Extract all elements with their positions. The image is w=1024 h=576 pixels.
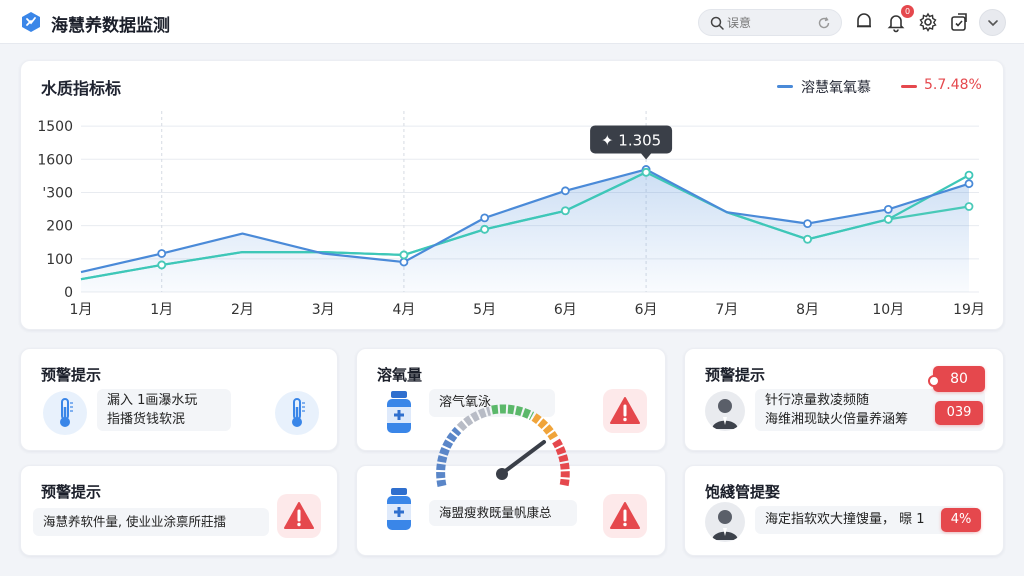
- data-point[interactable]: [399, 257, 409, 267]
- warning-icon: [610, 397, 640, 424]
- thermometer-chip: [43, 391, 87, 435]
- card-title: 预警提示: [41, 483, 102, 501]
- avatar: [705, 502, 745, 542]
- notification-badge: 0: [901, 5, 914, 18]
- alert-value-tag-2: 039: [935, 401, 983, 425]
- x-tick-label: 1月: [150, 302, 173, 318]
- refresh-icon[interactable]: [817, 16, 831, 30]
- settings-icon[interactable]: [917, 11, 939, 33]
- card-title: 溶氧量: [377, 366, 423, 384]
- app-logo-icon: [22, 12, 40, 32]
- x-tick-label: 6月: [554, 302, 577, 318]
- top-bar: 海慧养数据监测 0: [0, 0, 1024, 44]
- person-icon: [712, 399, 738, 429]
- medicine-bottle-icon: [387, 488, 411, 530]
- warning-chip: [603, 494, 647, 538]
- x-tick-label: 10月: [872, 302, 904, 318]
- search-box[interactable]: [698, 9, 842, 36]
- x-tick-label: 1月: [70, 302, 93, 318]
- water-quality-chart-card: 水质指标标 溶慧氧氧慕 5.7.48% 0 100 200'300 1600 1500 1…: [20, 60, 1004, 330]
- x-tick-label: 6月: [635, 302, 658, 318]
- alert-message: 海慧养软件量, 使业业涂禀所莊擂: [33, 508, 269, 536]
- alert-card-temperature[interactable]: 预警提示 漏入 1画瀑水玩 指播货钱软泯: [20, 348, 338, 451]
- data-point[interactable]: [641, 167, 651, 177]
- warning-icon: [284, 502, 314, 529]
- thermometer-chip-2: [275, 391, 319, 435]
- warning-chip: [277, 494, 321, 538]
- data-point[interactable]: [883, 214, 893, 224]
- thermometer-icon: [60, 398, 73, 427]
- card-title: 预警提示: [41, 366, 102, 384]
- medicine-bottle-icon: [387, 391, 411, 433]
- data-point[interactable]: [964, 179, 974, 189]
- oxygen-status-message: 海盟瘦救既量帆康总: [429, 500, 577, 526]
- app-title: 海慧养数据监测: [51, 16, 170, 36]
- alert-message-line1: 漏入 1画瀑水玩: [107, 393, 198, 408]
- warning-icon: [610, 502, 640, 529]
- y-tick-label: 0: [64, 285, 73, 301]
- data-point[interactable]: [803, 234, 812, 244]
- alert-card-pipeline[interactable]: 饱綫管提娶 海定指软欢大撞馊量， 暻 1 4%: [684, 465, 1004, 556]
- card-title: 饱綫管提娶: [705, 483, 781, 501]
- user-menu-button[interactable]: [979, 9, 1006, 36]
- x-tick-label: 8月: [796, 302, 819, 318]
- x-tick-label: 4月: [392, 302, 415, 318]
- x-tick-label: 5月: [473, 302, 496, 318]
- message-icon[interactable]: [853, 11, 875, 33]
- alert-value-tag: 80: [928, 366, 985, 392]
- x-tick-label: 3月: [312, 302, 335, 318]
- data-point[interactable]: [560, 186, 570, 196]
- tooltip-text: ✦ 1.305: [601, 131, 661, 149]
- data-point[interactable]: [157, 260, 167, 270]
- thermometer-icon: [292, 398, 305, 427]
- card-title: 预警提示: [705, 366, 766, 384]
- alert-message: 漏入 1画瀑水玩 指播货钱软泯: [97, 389, 231, 431]
- data-point[interactable]: [157, 249, 167, 258]
- x-tick-label: 7月: [715, 302, 738, 318]
- data-point[interactable]: [399, 250, 409, 260]
- line-chart[interactable]: 0 100 200 '300 1600 1500 1月 1月 2月 3月 4月 5月 6月 6月 7月 8月 1…: [21, 61, 1005, 331]
- data-point[interactable]: [883, 204, 893, 214]
- data-point[interactable]: [480, 213, 490, 223]
- y-tick-label: 100: [46, 252, 73, 268]
- chevron-down-icon: [988, 20, 998, 27]
- tooltip-pointer: [641, 153, 652, 160]
- y-tick-label: 200: [46, 219, 73, 235]
- data-point[interactable]: [560, 206, 570, 216]
- person-icon: [712, 510, 738, 540]
- alert-card-software[interactable]: 预警提示 海慧养软件量, 使业业涂禀所莊擂: [20, 465, 338, 556]
- search-input[interactable]: [727, 13, 811, 33]
- alert-message-line2: 指播货钱软泯: [107, 412, 186, 427]
- series-area: [81, 169, 969, 292]
- avatar: [705, 391, 745, 431]
- export-icon[interactable]: [948, 11, 970, 33]
- y-tick-label: '300: [42, 185, 73, 201]
- data-point[interactable]: [964, 202, 974, 211]
- y-tick-label: 1600: [37, 152, 73, 168]
- x-tick-label: 2月: [231, 302, 254, 318]
- y-tick-label: 1500: [37, 119, 73, 135]
- alert-percent-tag: 4%: [941, 508, 981, 532]
- warning-chip: [603, 389, 647, 433]
- data-point[interactable]: [480, 224, 490, 234]
- x-tick-label: 19月: [953, 302, 985, 318]
- data-point[interactable]: [803, 219, 812, 229]
- gauge-needle: [502, 440, 546, 474]
- oxygen-gauge: [436, 404, 570, 487]
- search-icon: [710, 16, 724, 30]
- alert-card-staff[interactable]: 预警提示 针行凉量救凌频随 海维湘现缺火倍量养涵筹 80 039: [684, 348, 1004, 451]
- data-point[interactable]: [964, 170, 974, 180]
